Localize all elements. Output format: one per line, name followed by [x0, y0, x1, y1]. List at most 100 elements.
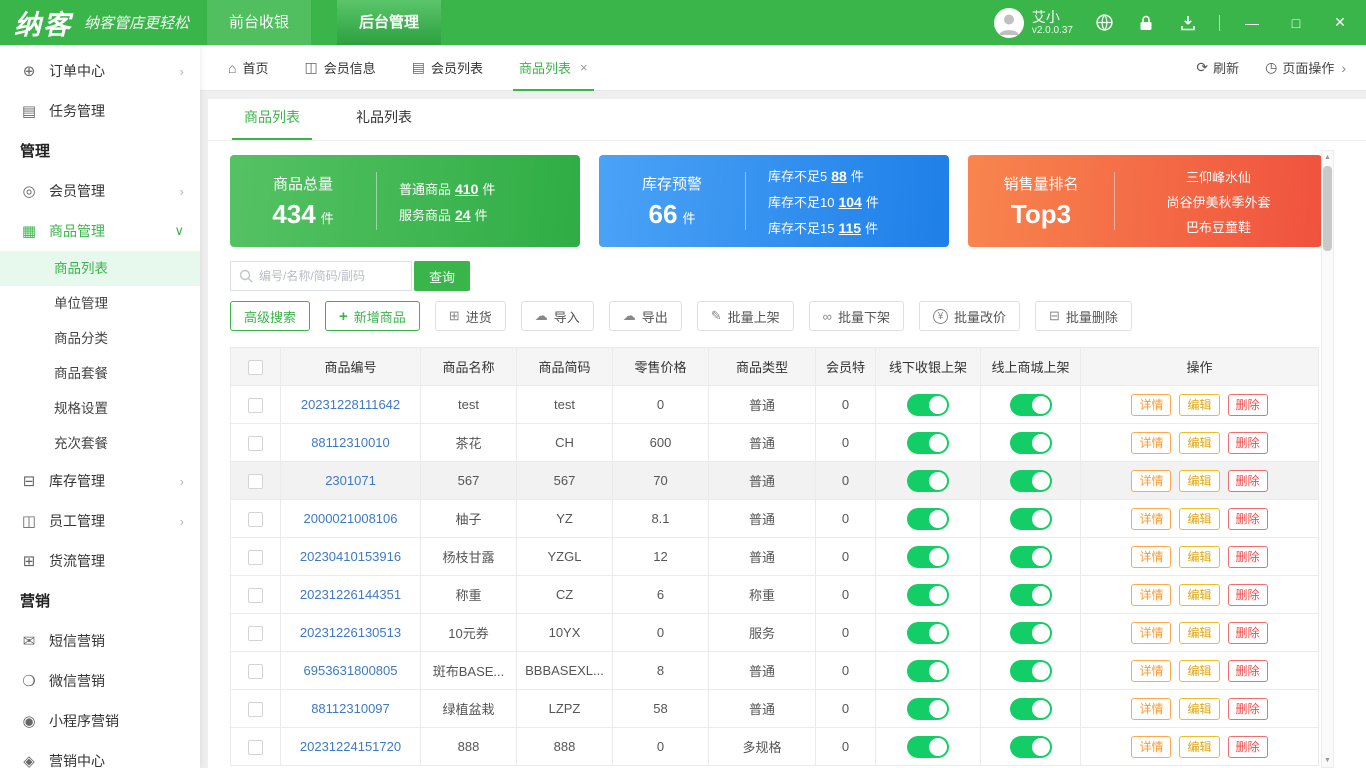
sidebar-subitem[interactable]: 商品列表: [0, 251, 200, 286]
delete-button[interactable]: 删除: [1227, 583, 1268, 606]
product-id-link[interactable]: 88112310010: [311, 435, 390, 450]
delete-button[interactable]: 删除: [1227, 469, 1268, 492]
row-checkbox[interactable]: [248, 663, 263, 679]
online-shelf-toggle[interactable]: [1009, 431, 1052, 454]
online-shelf-toggle[interactable]: [1009, 583, 1052, 606]
edit-button[interactable]: 编辑: [1179, 583, 1220, 606]
batch-onshelf-button[interactable]: ✎ 批量上架: [696, 301, 794, 331]
delete-button[interactable]: 删除: [1227, 697, 1268, 720]
sidebar-item[interactable]: ◉ 小程序营销: [0, 701, 200, 741]
detail-button[interactable]: 详情: [1131, 583, 1172, 606]
browser-icon[interactable]: [1093, 12, 1115, 34]
product-id-link[interactable]: 20231224151720: [300, 739, 401, 754]
sidebar-subitem[interactable]: 单位管理: [0, 286, 200, 321]
edit-button[interactable]: 编辑: [1179, 659, 1220, 682]
detail-button[interactable]: 详情: [1131, 621, 1172, 644]
delete-button[interactable]: 删除: [1227, 735, 1268, 758]
row-checkbox[interactable]: [248, 549, 263, 565]
batch-offshelf-button[interactable]: ∞ 批量下架: [808, 301, 904, 331]
sidebar-item[interactable]: ⊞ 货流管理: [0, 541, 200, 581]
close-icon[interactable]: ×: [580, 60, 588, 75]
export-button[interactable]: ☁ 导出: [608, 301, 682, 331]
sidebar-subitem[interactable]: 商品分类: [0, 321, 200, 356]
breadcrumb-tab[interactable]: 商品列表 ×: [513, 45, 594, 91]
offline-shelf-toggle[interactable]: [907, 735, 949, 758]
online-shelf-toggle[interactable]: [1009, 621, 1052, 644]
import-button[interactable]: ☁ 导入: [520, 301, 594, 331]
breadcrumb-tab[interactable]: ⌂ 首页: [228, 45, 268, 91]
lock-icon[interactable]: [1135, 12, 1157, 34]
product-id-link[interactable]: 20231226130513: [300, 625, 401, 640]
offline-shelf-toggle[interactable]: [907, 507, 949, 530]
delete-button[interactable]: 删除: [1227, 621, 1268, 644]
online-shelf-toggle[interactable]: [1009, 659, 1052, 682]
sidebar-subitem[interactable]: 充次套餐: [0, 426, 200, 461]
minimize-button[interactable]: —: [1240, 15, 1264, 31]
stat-line-value-link[interactable]: 24: [455, 207, 471, 223]
add-product-button[interactable]: + 新增商品: [325, 301, 420, 331]
delete-button[interactable]: 删除: [1227, 393, 1268, 416]
purchase-button[interactable]: ⊞ 进货: [434, 301, 506, 331]
online-shelf-toggle[interactable]: [1009, 545, 1052, 568]
batch-price-button[interactable]: ¥ 批量改价: [918, 301, 1020, 331]
delete-button[interactable]: 删除: [1227, 545, 1268, 568]
stat-line-value-link[interactable]: 115: [838, 220, 861, 236]
search-button[interactable]: 查询: [414, 261, 470, 291]
sidebar-item[interactable]: ◎ 会员管理 ›: [0, 171, 200, 211]
detail-button[interactable]: 详情: [1131, 431, 1172, 454]
sidebar-subitem[interactable]: 规格设置: [0, 391, 200, 426]
topbar-nav-tab[interactable]: 后台管理: [337, 0, 442, 45]
detail-button[interactable]: 详情: [1131, 735, 1172, 758]
edit-button[interactable]: 编辑: [1179, 545, 1220, 568]
detail-button[interactable]: 详情: [1131, 507, 1172, 530]
refresh-action[interactable]: ⟳ 刷新: [1196, 58, 1239, 77]
offline-shelf-toggle[interactable]: [907, 583, 949, 606]
edit-button[interactable]: 编辑: [1179, 735, 1220, 758]
product-id-link[interactable]: 20231228111642: [301, 397, 400, 412]
vertical-scrollbar[interactable]: ▲ ▼: [1321, 150, 1334, 768]
batch-delete-button[interactable]: ⊟ 批量删除: [1034, 301, 1132, 331]
close-button[interactable]: ✕: [1328, 14, 1352, 31]
row-checkbox[interactable]: [248, 473, 263, 489]
detail-button[interactable]: 详情: [1131, 469, 1172, 492]
sidebar-item[interactable]: ✉ 短信营销: [0, 621, 200, 661]
search-input[interactable]: [253, 269, 411, 283]
maximize-button[interactable]: □: [1284, 15, 1308, 31]
stat-line-value-link[interactable]: 104: [838, 194, 861, 210]
online-shelf-toggle[interactable]: [1009, 469, 1052, 492]
row-checkbox[interactable]: [248, 397, 263, 413]
sidebar-subitem[interactable]: 商品套餐: [0, 356, 200, 391]
download-icon[interactable]: [1177, 12, 1199, 34]
user-menu[interactable]: 艾小 v2.0.0.37: [993, 7, 1073, 38]
online-shelf-toggle[interactable]: [1009, 393, 1052, 416]
page-actions[interactable]: ◷ 页面操作 ›: [1265, 58, 1346, 77]
online-shelf-toggle[interactable]: [1009, 697, 1052, 720]
stat-line-value-link[interactable]: 88: [831, 168, 847, 184]
content-tab[interactable]: 礼品列表: [344, 107, 424, 140]
row-checkbox[interactable]: [248, 625, 263, 641]
row-checkbox[interactable]: [248, 701, 263, 717]
offline-shelf-toggle[interactable]: [907, 697, 949, 720]
sidebar-item[interactable]: ▦ 商品管理 ∨: [0, 211, 200, 251]
select-all-checkbox[interactable]: [248, 359, 263, 375]
row-checkbox[interactable]: [248, 587, 263, 603]
edit-button[interactable]: 编辑: [1179, 621, 1220, 644]
product-id-link[interactable]: 2301071: [325, 473, 376, 488]
detail-button[interactable]: 详情: [1131, 659, 1172, 682]
stat-line-value-link[interactable]: 410: [455, 181, 478, 197]
product-id-link[interactable]: 88112310097: [311, 701, 390, 716]
scroll-thumb[interactable]: [1323, 166, 1332, 251]
row-checkbox[interactable]: [248, 511, 263, 527]
detail-button[interactable]: 详情: [1131, 393, 1172, 416]
edit-button[interactable]: 编辑: [1179, 393, 1220, 416]
sidebar-item[interactable]: ◫ 员工管理 ›: [0, 501, 200, 541]
row-checkbox[interactable]: [248, 435, 263, 451]
sidebar-item[interactable]: ▤ 任务管理: [0, 91, 200, 131]
product-id-link[interactable]: 2000021008106: [304, 511, 398, 526]
row-checkbox[interactable]: [248, 739, 263, 755]
scroll-down-icon[interactable]: ▼: [1324, 754, 1331, 767]
edit-button[interactable]: 编辑: [1179, 469, 1220, 492]
product-id-link[interactable]: 20230410153916: [300, 549, 401, 564]
sidebar-item[interactable]: ❍ 微信营销: [0, 661, 200, 701]
online-shelf-toggle[interactable]: [1009, 735, 1052, 758]
